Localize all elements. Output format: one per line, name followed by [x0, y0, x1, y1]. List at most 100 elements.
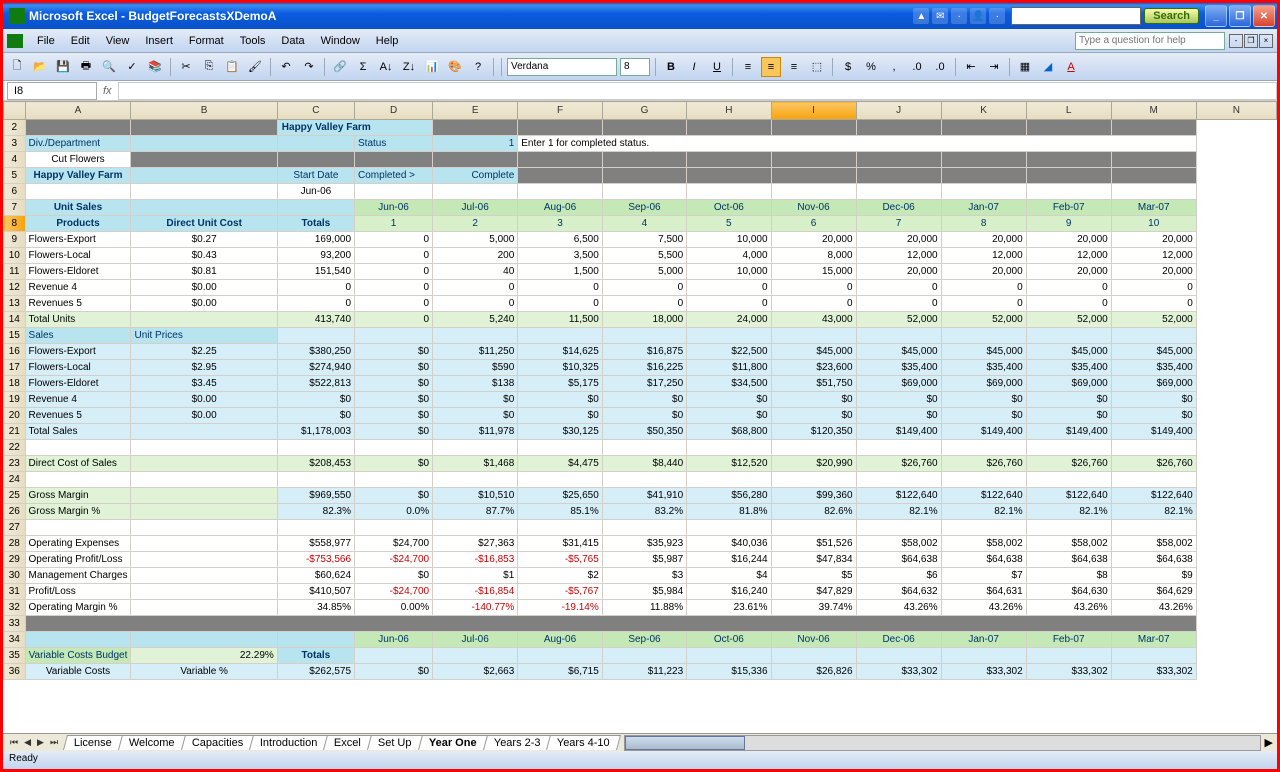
cell[interactable]	[131, 424, 277, 440]
cell[interactable]: $262,575	[277, 664, 354, 680]
cell[interactable]: -$5,767	[518, 584, 603, 600]
cell[interactable]: 0	[1111, 296, 1196, 312]
sheet-tab[interactable]: Welcome	[118, 735, 186, 750]
font-select[interactable]	[507, 58, 617, 76]
cell[interactable]: $45,000	[1111, 344, 1196, 360]
row-header[interactable]: 25	[4, 488, 26, 504]
inc-indent-icon[interactable]: ⇥	[984, 57, 1004, 77]
cell[interactable]: 5,500	[602, 248, 686, 264]
cell[interactable]	[25, 520, 131, 536]
cell[interactable]: Direct Unit Cost	[131, 216, 277, 232]
cell[interactable]: $16,244	[687, 552, 771, 568]
cell[interactable]	[131, 600, 277, 616]
cell[interactable]: $35,400	[941, 360, 1026, 376]
cell[interactable]: 18,000	[602, 312, 686, 328]
cell[interactable]: $3.45	[131, 376, 277, 392]
cell[interactable]: $11,250	[433, 344, 518, 360]
sheet-tab[interactable]: Introduction	[249, 735, 329, 750]
cell[interactable]: $1,468	[433, 456, 518, 472]
cell[interactable]	[771, 472, 856, 488]
cell[interactable]: 81.8%	[687, 504, 771, 520]
cell[interactable]: 0	[433, 296, 518, 312]
cell[interactable]: $0.00	[131, 296, 277, 312]
cell[interactable]: $8	[1026, 568, 1111, 584]
cell[interactable]	[518, 328, 603, 344]
menu-insert[interactable]: Insert	[137, 32, 181, 50]
cell[interactable]: $31,415	[518, 536, 603, 552]
cell[interactable]: $274,940	[277, 360, 354, 376]
search-input[interactable]	[1011, 7, 1141, 25]
cell[interactable]: Status	[355, 136, 433, 152]
cell[interactable]: 40	[433, 264, 518, 280]
cell[interactable]: Jun-06	[355, 200, 433, 216]
cell[interactable]: $149,400	[1026, 424, 1111, 440]
horizontal-scrollbar[interactable]	[624, 735, 1260, 751]
cell[interactable]: 0	[941, 296, 1026, 312]
cell[interactable]: 0	[856, 280, 941, 296]
cell[interactable]: Gross Margin	[25, 488, 131, 504]
cell[interactable]: 0	[433, 280, 518, 296]
cell[interactable]	[355, 648, 433, 664]
cell[interactable]: 0	[355, 264, 433, 280]
cell[interactable]: Jun-06	[355, 632, 433, 648]
cell[interactable]: $35,400	[856, 360, 941, 376]
row-header[interactable]: 26	[4, 504, 26, 520]
cell[interactable]	[131, 152, 277, 168]
row-header[interactable]: 11	[4, 264, 26, 280]
cell[interactable]: 1,500	[518, 264, 603, 280]
cell[interactable]: $27,363	[433, 536, 518, 552]
cell[interactable]: $58,002	[856, 536, 941, 552]
cell[interactable]: 0	[277, 280, 354, 296]
cell[interactable]	[941, 152, 1026, 168]
cell[interactable]: $58,002	[941, 536, 1026, 552]
cell[interactable]: 52,000	[856, 312, 941, 328]
cell[interactable]: $0	[1026, 408, 1111, 424]
row-header[interactable]: 35	[4, 648, 26, 664]
cell[interactable]: Nov-06	[771, 200, 856, 216]
cell[interactable]: Totals	[277, 216, 354, 232]
cell[interactable]: 0.00%	[355, 600, 433, 616]
row-header[interactable]: 33	[4, 616, 26, 632]
cell[interactable]: $0	[277, 408, 354, 424]
cell[interactable]: Feb-07	[1026, 632, 1111, 648]
cell[interactable]: $16,225	[602, 360, 686, 376]
cell[interactable]: $0	[1111, 392, 1196, 408]
cell[interactable]	[687, 328, 771, 344]
cell[interactable]	[131, 440, 277, 456]
cell[interactable]: $0	[355, 488, 433, 504]
cell[interactable]: $20,990	[771, 456, 856, 472]
cell[interactable]: $6,715	[518, 664, 603, 680]
cell[interactable]: $149,400	[1111, 424, 1196, 440]
cell[interactable]: $0	[602, 392, 686, 408]
cell[interactable]	[1026, 520, 1111, 536]
menu-help[interactable]: Help	[368, 32, 407, 50]
cell[interactable]: $0	[518, 408, 603, 424]
cell[interactable]: Jun-06	[277, 184, 354, 200]
cell[interactable]: -$753,566	[277, 552, 354, 568]
row-header[interactable]: 6	[4, 184, 26, 200]
row-header[interactable]: 24	[4, 472, 26, 488]
cell[interactable]: 52,000	[941, 312, 1026, 328]
cell[interactable]: $22,500	[687, 344, 771, 360]
cell[interactable]: $149,400	[941, 424, 1026, 440]
cell[interactable]: $0.43	[131, 248, 277, 264]
cell[interactable]: $26,760	[1026, 456, 1111, 472]
row-header[interactable]: 20	[4, 408, 26, 424]
cell[interactable]	[856, 440, 941, 456]
chart-icon[interactable]: 📊	[422, 57, 442, 77]
formula-bar[interactable]	[118, 82, 1277, 100]
cell[interactable]: $45,000	[771, 344, 856, 360]
cell[interactable]	[25, 616, 1196, 632]
cell[interactable]: $50,350	[602, 424, 686, 440]
cell[interactable]: 0	[1111, 280, 1196, 296]
cell[interactable]: $0	[1026, 392, 1111, 408]
cell[interactable]	[433, 328, 518, 344]
cell[interactable]: 0	[771, 296, 856, 312]
row-header[interactable]: 21	[4, 424, 26, 440]
cell[interactable]: 82.1%	[941, 504, 1026, 520]
cell[interactable]: Operating Profit/Loss	[25, 552, 131, 568]
cell[interactable]: $14,625	[518, 344, 603, 360]
cell[interactable]	[856, 152, 941, 168]
cell[interactable]	[433, 520, 518, 536]
cell[interactable]: Sep-06	[602, 632, 686, 648]
